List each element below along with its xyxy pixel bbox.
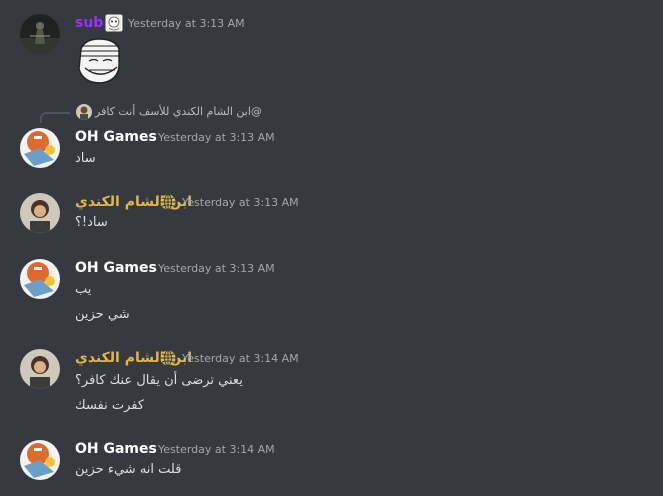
- avatar-oh-games-image: [20, 128, 60, 168]
- message-text: ساد!؟: [75, 215, 108, 230]
- globe-icon: [159, 193, 177, 211]
- globe-icon: [159, 349, 177, 367]
- avatar-arab-user[interactable]: [20, 349, 60, 389]
- avatar-sub[interactable]: [20, 14, 60, 54]
- message-text: شي حزين: [75, 307, 130, 322]
- troll-face-sticker[interactable]: [75, 37, 125, 85]
- message-text: كفرت نفسك: [75, 398, 145, 413]
- timestamp: Yesterday at 3:13 AM: [158, 131, 275, 144]
- avatar-arab-user-image: [20, 193, 60, 233]
- avatar-arab-user[interactable]: [20, 193, 60, 233]
- username-oh-games[interactable]: OH Games: [75, 259, 157, 277]
- avatar-sub-image: [20, 14, 60, 54]
- reply-preview-text: @ابن الشام الكندي للأسف أنت كافر: [95, 105, 262, 118]
- reply-preview[interactable]: @ابن الشام الكندي للأسف أنت كافر: [95, 104, 262, 120]
- message-text: قلت انه شيء حزين: [75, 462, 182, 477]
- timestamp: Yesterday at 3:13 AM: [182, 196, 299, 209]
- chibi-sticker-icon: [105, 14, 123, 32]
- avatar-oh-games-image: [20, 259, 60, 299]
- timestamp: Yesterday at 3:13 AM: [128, 17, 245, 30]
- timestamp: Yesterday at 3:14 AM: [158, 443, 275, 456]
- message-text: ساد: [75, 151, 96, 166]
- username-oh-games[interactable]: OH Games: [75, 128, 157, 146]
- avatar-oh-games[interactable]: [20, 259, 60, 299]
- avatar-oh-games[interactable]: [20, 440, 60, 480]
- avatar-oh-games-image: [20, 440, 60, 480]
- timestamp: Yesterday at 3:14 AM: [182, 352, 299, 365]
- avatar-arab-user-image: [20, 349, 60, 389]
- avatar-oh-games[interactable]: [20, 128, 60, 168]
- username-sub[interactable]: sub: [75, 14, 103, 32]
- reply-spine: [40, 112, 70, 123]
- message-text: يب: [75, 282, 92, 297]
- chat-log: sub Yesterday at 3:13 AM @ابن الشام الكن…: [0, 0, 663, 496]
- username-oh-games[interactable]: OH Games: [75, 440, 157, 458]
- reply-avatar[interactable]: [76, 104, 92, 120]
- message-text: يعني ترضى أن يقال عنك كافر؟: [75, 373, 243, 388]
- timestamp: Yesterday at 3:13 AM: [158, 262, 275, 275]
